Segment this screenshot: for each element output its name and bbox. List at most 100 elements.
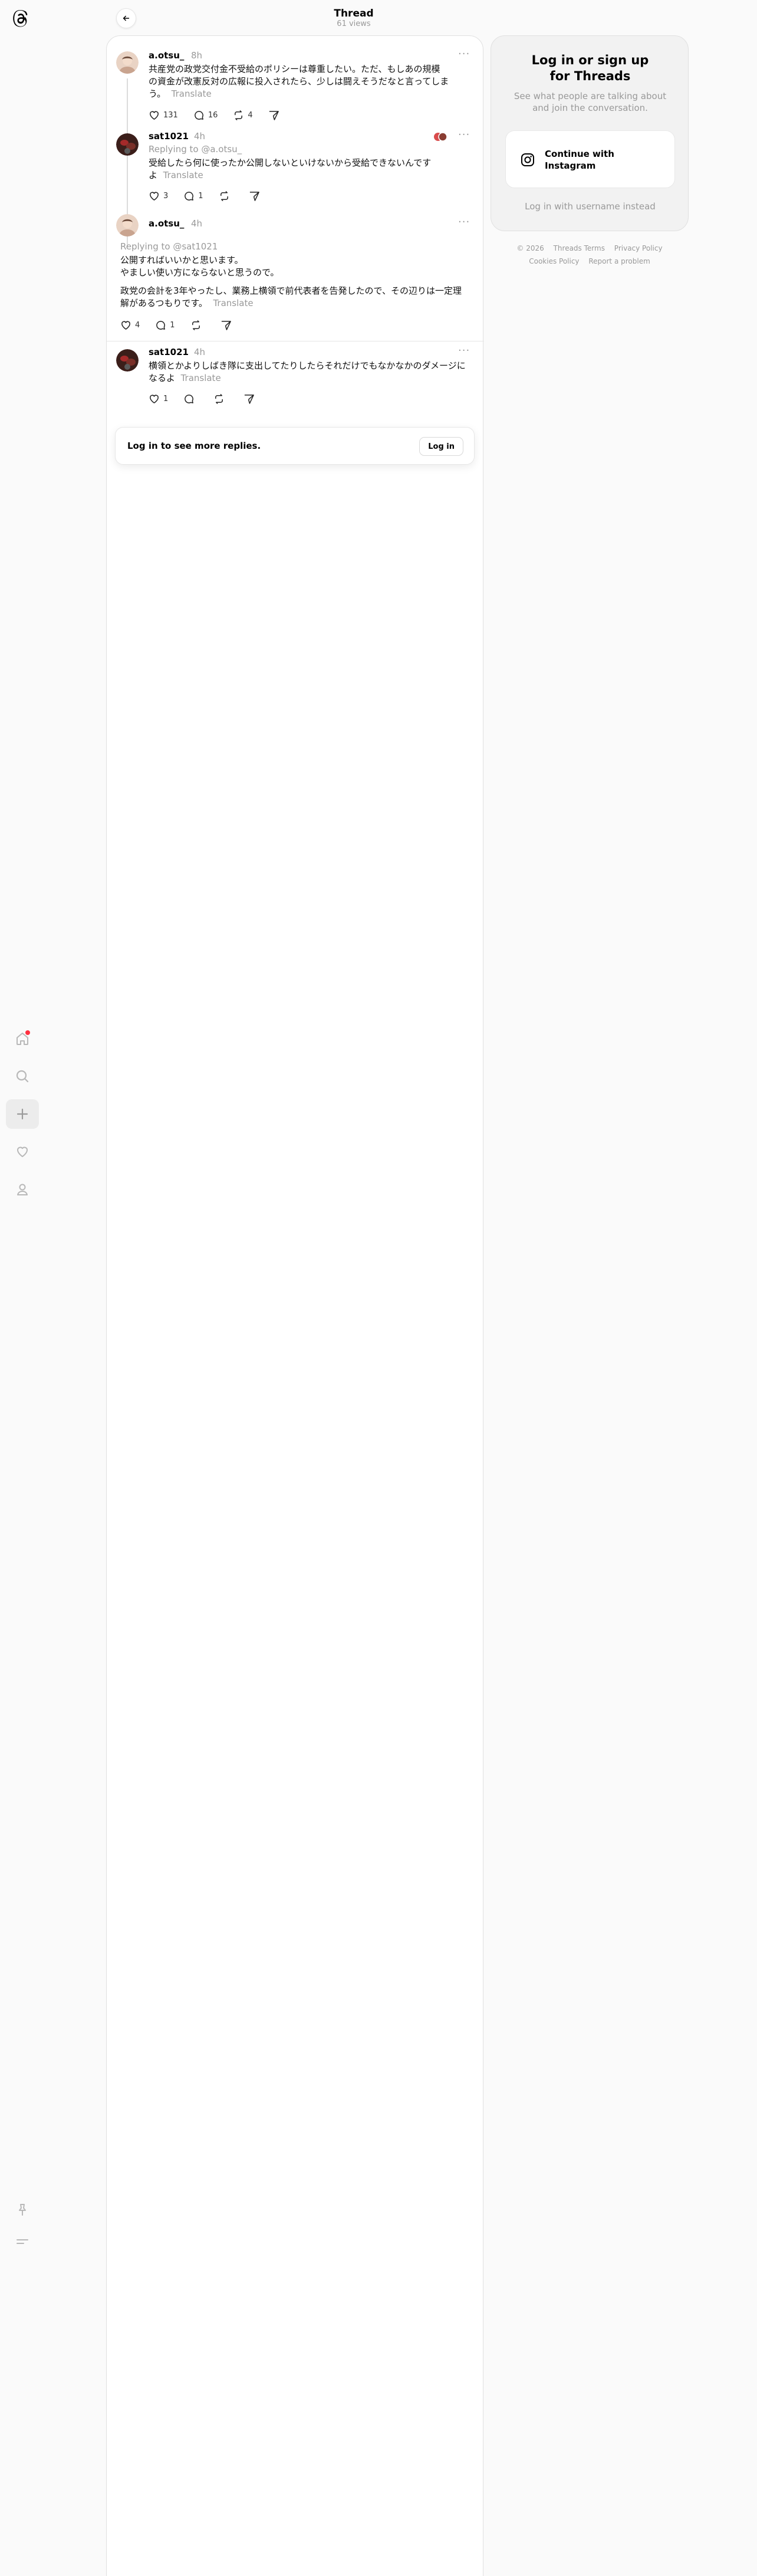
translate-link[interactable]: Translate bbox=[163, 170, 203, 180]
more-options-icon[interactable]: ··· bbox=[458, 48, 470, 60]
profile-icon bbox=[15, 1182, 30, 1197]
share-button[interactable] bbox=[220, 320, 235, 331]
reply-count: 16 bbox=[208, 110, 218, 120]
repost-icon bbox=[213, 393, 228, 405]
avatar[interactable] bbox=[116, 349, 139, 372]
username-login-link[interactable]: Log in with username instead bbox=[503, 201, 677, 212]
share-button[interactable] bbox=[268, 110, 283, 121]
footer-links-row2: Cookies Policy Report a problem bbox=[491, 257, 689, 265]
login-panel-title: Log in or sign up for Threads bbox=[531, 53, 649, 83]
post-username[interactable]: sat1021 bbox=[149, 131, 189, 142]
privacy-policy-link[interactable]: Privacy Policy bbox=[614, 244, 663, 252]
share-button[interactable] bbox=[243, 393, 258, 405]
arrow-left-icon bbox=[122, 14, 130, 22]
avatar[interactable] bbox=[116, 51, 139, 74]
nav-menu[interactable] bbox=[6, 2227, 39, 2256]
reply-button[interactable] bbox=[183, 393, 198, 405]
replying-to[interactable]: Replying to @sat1021 bbox=[120, 241, 218, 252]
instagram-button-label: Continue with Instagram bbox=[545, 149, 614, 171]
thread-column: a.otsu_ 8h ··· 共産党の政党交付金不受給のポリシーは尊重したい。た… bbox=[106, 35, 484, 2576]
comment-icon bbox=[193, 110, 208, 121]
comment-icon bbox=[155, 320, 170, 331]
more-options-icon[interactable]: ··· bbox=[458, 344, 470, 357]
copyright-text: © 2026 bbox=[516, 244, 544, 252]
reply-button[interactable]: 16 bbox=[193, 110, 218, 121]
nav-home[interactable] bbox=[6, 1024, 39, 1053]
like-button[interactable]: 4 bbox=[120, 320, 140, 331]
replying-to[interactable]: Replying to @a.otsu_ bbox=[149, 144, 242, 155]
like-count: 3 bbox=[163, 191, 169, 201]
send-icon bbox=[249, 190, 264, 202]
repost-button[interactable] bbox=[213, 393, 228, 405]
avatar[interactable] bbox=[116, 133, 139, 156]
avatar[interactable] bbox=[116, 214, 139, 236]
post-text: 横領とかよりしばき隊に支出してたりしたらそれだけでもなかなかのダメージに なるよ… bbox=[149, 360, 466, 383]
repost-button[interactable] bbox=[219, 190, 233, 202]
reply-button[interactable]: 1 bbox=[155, 320, 175, 331]
left-nav-rail bbox=[0, 0, 45, 2576]
post-username[interactable]: a.otsu_ bbox=[149, 218, 184, 229]
post-time: 4h bbox=[194, 347, 206, 357]
translate-link[interactable]: Translate bbox=[213, 298, 253, 308]
repost-icon bbox=[233, 110, 248, 121]
login-button[interactable]: Log in bbox=[419, 437, 463, 456]
translate-link[interactable]: Translate bbox=[172, 88, 212, 99]
menu-icon bbox=[15, 2234, 30, 2249]
repost-button[interactable] bbox=[190, 320, 205, 331]
share-button[interactable] bbox=[249, 190, 264, 202]
post-actions: 4 1 bbox=[120, 318, 251, 332]
send-icon bbox=[243, 393, 258, 405]
more-replies-card: Log in to see more replies. Log in bbox=[115, 427, 475, 465]
repost-icon bbox=[219, 190, 233, 202]
liked-by-avatars bbox=[433, 132, 447, 142]
page-title: Thread bbox=[334, 8, 374, 19]
post-username[interactable]: a.otsu_ bbox=[149, 50, 184, 61]
notification-dot bbox=[25, 1030, 30, 1035]
reply-button[interactable]: 1 bbox=[183, 190, 203, 202]
send-icon bbox=[268, 110, 283, 121]
report-problem-link[interactable]: Report a problem bbox=[588, 257, 650, 265]
like-button[interactable]: 131 bbox=[149, 110, 178, 121]
repost-button[interactable]: 4 bbox=[233, 110, 253, 121]
pin-icon bbox=[15, 2202, 30, 2217]
post-text: 公開すればいいかと思います。 やましい使い方にならないと思うので。 政党の会計を… bbox=[120, 255, 462, 308]
threads-logo-icon[interactable] bbox=[11, 8, 31, 30]
reply-count: 1 bbox=[170, 320, 175, 330]
post-username[interactable]: sat1021 bbox=[149, 347, 189, 357]
send-icon bbox=[220, 320, 235, 331]
repost-count: 4 bbox=[248, 110, 253, 120]
login-panel: Log in or sign up for Threads See what p… bbox=[491, 35, 689, 231]
terms-link[interactable]: Threads Terms bbox=[554, 244, 605, 252]
heart-icon bbox=[149, 393, 163, 405]
cookies-policy-link[interactable]: Cookies Policy bbox=[529, 257, 579, 265]
post-actions: 131 16 4 bbox=[149, 108, 298, 122]
post-time: 8h bbox=[191, 50, 203, 61]
footer-links-row1: © 2026 Threads Terms Privacy Policy bbox=[491, 244, 689, 252]
nav-activity[interactable] bbox=[6, 1137, 39, 1167]
nav-pin[interactable] bbox=[6, 2195, 39, 2225]
continue-with-instagram-button[interactable]: Continue with Instagram bbox=[505, 130, 675, 188]
like-count: 4 bbox=[135, 320, 140, 330]
back-button[interactable] bbox=[116, 8, 136, 28]
nav-create[interactable] bbox=[6, 1099, 39, 1129]
like-count: 131 bbox=[163, 110, 178, 120]
post-time: 4h bbox=[191, 218, 203, 229]
more-options-icon[interactable]: ··· bbox=[458, 129, 470, 141]
translate-link[interactable]: Translate bbox=[181, 373, 221, 383]
login-panel-description: See what people are talking about and jo… bbox=[514, 91, 667, 113]
heart-icon bbox=[149, 110, 163, 121]
instagram-icon bbox=[520, 152, 535, 167]
more-options-icon[interactable]: ··· bbox=[458, 216, 470, 228]
heart-icon bbox=[15, 1144, 30, 1159]
plus-icon bbox=[15, 1106, 30, 1122]
comment-icon bbox=[183, 190, 198, 202]
like-button[interactable]: 1 bbox=[149, 393, 168, 405]
nav-search[interactable] bbox=[6, 1062, 39, 1091]
like-button[interactable]: 3 bbox=[149, 190, 168, 202]
heart-icon bbox=[149, 190, 163, 202]
reply-count: 1 bbox=[198, 191, 203, 201]
nav-profile[interactable] bbox=[6, 1175, 39, 1204]
post-text: 受給したら何に使ったか公開しないといけないから受給できないんです よ Trans… bbox=[149, 157, 432, 180]
like-count: 1 bbox=[163, 394, 169, 403]
post-actions: 3 1 bbox=[149, 189, 279, 203]
